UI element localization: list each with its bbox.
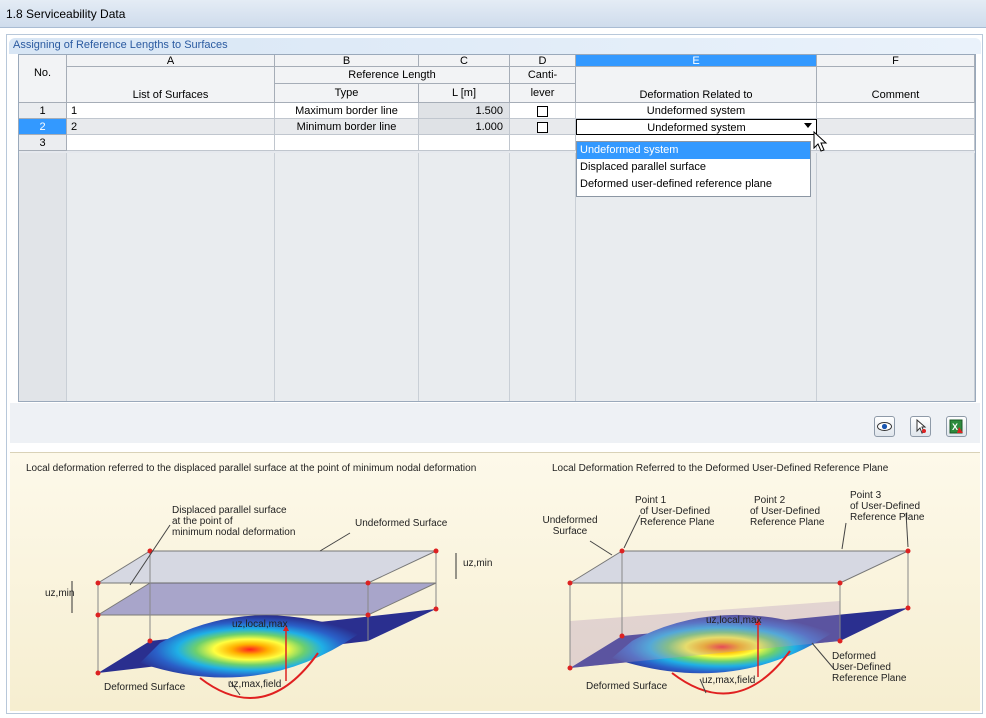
header-reference-length: Reference Length [275, 67, 510, 84]
label-undeformed-2-right: Surface [552, 526, 588, 537]
label-undeformed-surface: Undeformed Surface [355, 518, 448, 529]
label-point2-3: Reference Plane [750, 517, 825, 528]
cell-type-2[interactable]: Minimum border line [275, 119, 419, 135]
row-number-1[interactable]: 1 [19, 103, 67, 119]
select-pointer-icon [916, 418, 927, 434]
data-table[interactable]: No. A B C D E F List of Surfaces Referen… [18, 54, 976, 402]
header-canti-top: Canti- [510, 67, 576, 84]
cell-length-1[interactable]: 1.500 [419, 103, 510, 119]
label-point2-2: of User-Defined [750, 506, 821, 517]
label-point3-1: Point 3 [850, 490, 882, 501]
deformation-dropdown-list[interactable]: Undeformed system Displaced parallel sur… [576, 141, 811, 197]
cantilever-checkbox-1[interactable] [537, 105, 548, 117]
explanation-panel: Local deformation referred to the displa… [10, 452, 980, 711]
header-canti-bottom: lever [510, 84, 576, 103]
column-f-body [817, 153, 975, 401]
column-c-body [419, 153, 510, 401]
header-length: L [m] [419, 84, 510, 103]
label-deformed-surface-right: Deformed Surface [586, 681, 668, 692]
header-col-f[interactable]: F [817, 55, 975, 67]
export-excel-button[interactable]: X [946, 416, 967, 437]
label-displaced-2: at the point of [172, 516, 233, 527]
label-displaced-3: minimum nodal deformation [172, 527, 296, 538]
header-comment: Comment [817, 67, 975, 103]
excel-export-icon: X [949, 419, 963, 434]
chevron-down-icon[interactable] [804, 123, 812, 128]
label-undeformed-1-right: Undeformed [542, 515, 598, 526]
view-button[interactable] [874, 416, 895, 437]
header-col-d[interactable]: D [510, 55, 576, 67]
eye-icon [877, 422, 892, 431]
cell-type-3[interactable] [275, 135, 419, 151]
window-title: 1.8 Serviceability Data [6, 7, 126, 21]
cell-deformation-1[interactable]: Undeformed system [576, 103, 817, 119]
label-uz-local-max-left: uz,local,max [232, 619, 288, 630]
header-col-a[interactable]: A [67, 55, 275, 67]
label-uz-min-right: uz,min [463, 558, 493, 569]
cantilever-checkbox-2[interactable] [537, 121, 548, 133]
cell-cantilever-3[interactable] [510, 135, 576, 151]
mouse-cursor-icon [813, 131, 828, 152]
header-col-c[interactable]: C [419, 55, 510, 67]
header-no: No. [19, 55, 67, 103]
window-titlebar: 1.8 Serviceability Data [0, 0, 986, 28]
section-header: Assigning of Reference Lengths to Surfac… [9, 38, 981, 54]
cell-surfaces-3[interactable] [67, 135, 275, 151]
header-list-of-surfaces: List of Surfaces [67, 67, 275, 103]
header-type: Type [275, 84, 419, 103]
label-point1-2: of User-Defined [640, 506, 711, 517]
cell-comment-3[interactable] [817, 135, 975, 151]
header-col-e[interactable]: E [576, 55, 817, 67]
label-deformed-plane-3: Reference Plane [832, 673, 907, 684]
column-b-body [275, 153, 419, 401]
rownum-body [19, 153, 67, 401]
svg-text:X: X [952, 422, 958, 432]
cell-comment-2[interactable] [817, 119, 975, 135]
label-uz-max-field-right: uz,max,field [702, 675, 756, 686]
dropdown-option-displaced[interactable]: Displaced parallel surface [577, 159, 810, 176]
label-uz-local-max-right: uz,local,max [706, 615, 762, 626]
label-point3-3: Reference Plane [850, 512, 925, 523]
label-uz-min-left: uz,min [45, 588, 75, 599]
dropdown-option-user-defined[interactable]: Deformed user-defined reference plane [577, 176, 810, 193]
cell-surfaces-1[interactable]: 1 [67, 103, 275, 119]
label-deformed-plane-2: User-Defined [832, 662, 891, 673]
label-point1-3: Reference Plane [640, 517, 715, 528]
label-uz-max-field-left: uz,max,field [228, 679, 282, 690]
cell-surfaces-2[interactable]: 2 [67, 119, 275, 135]
label-deformed-plane-1: Deformed [832, 651, 876, 662]
dropdown-option-undeformed[interactable]: Undeformed system [577, 142, 810, 159]
label-point3-2: of User-Defined [850, 501, 921, 512]
cell-cantilever-2[interactable] [510, 119, 576, 135]
label-displaced-1: Displaced parallel surface [172, 505, 287, 516]
header-col-b[interactable]: B [275, 55, 419, 67]
cell-comment-1[interactable] [817, 103, 975, 119]
label-point1-1: Point 1 [635, 495, 667, 506]
cell-cantilever-1[interactable] [510, 103, 576, 119]
left-caption: Local deformation referred to the displa… [26, 463, 477, 474]
combobox-value: Undeformed system [647, 122, 746, 134]
cell-length-2[interactable]: 1.000 [419, 119, 510, 135]
deformation-combobox[interactable]: Undeformed system [576, 119, 817, 135]
header-deformation: Deformation Related to [576, 67, 817, 103]
right-caption: Local Deformation Referred to the Deform… [552, 463, 889, 474]
table-toolbar [10, 403, 980, 443]
label-point2-1: Point 2 [754, 495, 786, 506]
label-deformed-surface-left: Deformed Surface [104, 682, 186, 693]
row-number-2[interactable]: 2 [19, 119, 67, 135]
select-button[interactable] [910, 416, 931, 437]
row-number-3[interactable]: 3 [19, 135, 67, 151]
column-d-body [510, 153, 576, 401]
cell-length-3[interactable] [419, 135, 510, 151]
section-title: Assigning of Reference Lengths to Surfac… [13, 39, 228, 51]
column-a-body [67, 153, 275, 401]
cell-type-1[interactable]: Maximum border line [275, 103, 419, 119]
